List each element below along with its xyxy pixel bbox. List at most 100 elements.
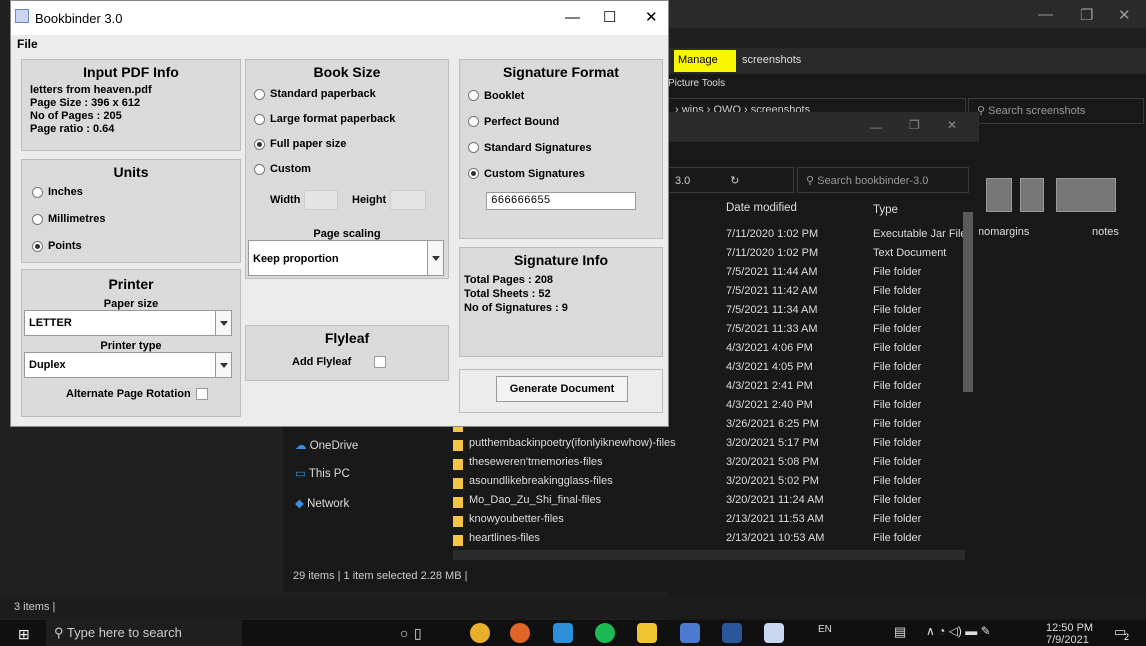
clock-date[interactable]: 7/9/2021 — [1046, 634, 1089, 646]
column-date-modified[interactable]: Date modified — [726, 202, 797, 214]
radio-custom[interactable] — [254, 164, 265, 175]
chevron-down-icon[interactable] — [215, 353, 231, 377]
vertical-scrollbar[interactable] — [963, 212, 973, 392]
height-input[interactable] — [390, 190, 426, 210]
radio-label-custom[interactable]: Custom — [270, 163, 311, 175]
radio-label-perfect-bound[interactable]: Perfect Bound — [484, 116, 559, 128]
restore-icon[interactable]: ❐ — [1080, 6, 1093, 24]
chrome-icon[interactable] — [470, 623, 490, 643]
printer-type-label: Printer type — [100, 340, 162, 352]
table-row[interactable]: theseweren'tmemories-files 3/20/2021 5:08… — [453, 456, 973, 475]
minimize-icon[interactable]: — — [1038, 6, 1053, 23]
app-icon[interactable] — [680, 623, 700, 643]
taskbar-search[interactable]: ⚲ Type here to search — [46, 620, 242, 646]
paper-size-select[interactable]: LETTER — [24, 310, 232, 336]
column-type[interactable]: Type — [873, 204, 898, 216]
page-scaling-select[interactable]: Keep proportion — [248, 240, 444, 276]
language-indicator[interactable]: EN — [818, 624, 832, 635]
table-row[interactable]: putthembackinpoetry(ifonlyiknewhow)-file… — [453, 437, 973, 456]
chevron-down-icon[interactable] — [215, 311, 231, 335]
alt-rotation-checkbox[interactable] — [196, 388, 208, 400]
close-icon[interactable]: ✕ — [645, 8, 658, 26]
radio-label-full-paper-size[interactable]: Full paper size — [270, 138, 346, 150]
refresh-icon[interactable]: ↻ — [730, 175, 739, 187]
tab-screenshots[interactable]: screenshots — [742, 54, 801, 66]
file-date: 7/5/2021 11:33 AM — [726, 323, 818, 335]
menu-file[interactable]: File — [11, 35, 668, 53]
search-input[interactable]: ⚲ Search bookbinder-3.0 — [797, 167, 969, 193]
radio-label-inches[interactable]: Inches — [48, 186, 83, 198]
panel-heading: Flyleaf — [324, 330, 370, 346]
thumbnail[interactable] — [986, 178, 1012, 212]
restore-icon[interactable]: ☐ — [603, 8, 616, 26]
file-explorer-icon[interactable] — [637, 623, 657, 643]
radio-inches[interactable] — [32, 187, 43, 198]
close-icon[interactable]: ✕ — [947, 118, 957, 132]
radio-custom-signatures[interactable] — [468, 168, 479, 179]
nav-item-onedrive[interactable]: ☁ OneDrive — [295, 438, 358, 452]
cortana-icon[interactable]: ○ — [400, 625, 408, 641]
radio-label-millimetres[interactable]: Millimetres — [48, 213, 105, 225]
file-name: putthembackinpoetry(ifonlyiknewhow)-file… — [469, 437, 676, 449]
table-row[interactable]: knowyoubetter-files 2/13/2021 11:53 AM Fil… — [453, 513, 973, 532]
thumb-label-notes[interactable]: notes — [1092, 226, 1119, 238]
radio-millimetres[interactable] — [32, 214, 43, 225]
add-flyleaf-checkbox[interactable] — [374, 356, 386, 368]
close-icon[interactable]: ✕ — [1118, 6, 1131, 24]
table-row[interactable]: heartlines-files 2/13/2021 10:53 AM File f… — [453, 532, 973, 551]
radio-full-paper-size[interactable] — [254, 139, 265, 150]
file-type: File folder — [873, 437, 922, 449]
printer-type-select[interactable]: Duplex — [24, 352, 232, 378]
custom-signatures-input[interactable]: 666666655 — [486, 192, 636, 210]
nav-item-network[interactable]: ◆ Network — [295, 496, 349, 510]
nav-item-this-pc[interactable]: ▭ This PC — [295, 466, 350, 480]
radio-label-booklet[interactable]: Booklet — [484, 90, 524, 102]
width-input[interactable] — [304, 190, 338, 210]
radio-label-large-format[interactable]: Large format paperback — [270, 113, 395, 125]
page-ratio-text: Page ratio : 0.64 — [30, 123, 115, 135]
radio-label-custom-signatures[interactable]: Custom Signatures — [484, 168, 585, 180]
radio-label-standard-paperback[interactable]: Standard paperback — [270, 88, 376, 100]
firefox-icon[interactable] — [510, 623, 530, 643]
radio-large-format[interactable] — [254, 114, 265, 125]
table-row[interactable]: Mo_Dao_Zu_Shi_final-files 3/20/2021 11:24… — [453, 494, 973, 513]
java-icon[interactable] — [764, 623, 784, 643]
windows-start-icon[interactable]: ⊞ — [18, 626, 30, 643]
address-bar[interactable]: 3.0 ↻ — [668, 167, 794, 193]
thumbnail[interactable] — [1020, 178, 1044, 212]
table-row[interactable]: asoundlikebreakingglass-files 3/20/2021 5… — [453, 475, 973, 494]
network-icon: ◆ — [295, 498, 304, 510]
radio-perfect-bound[interactable] — [468, 116, 479, 127]
clock-time[interactable]: 12:50 PM — [1046, 622, 1093, 634]
restore-icon[interactable]: ❐ — [909, 118, 920, 132]
thumbnail[interactable] — [1056, 178, 1116, 212]
file-date: 4/3/2021 2:40 PM — [726, 399, 813, 411]
radio-standard-signatures[interactable] — [468, 142, 479, 153]
explorer-ribbon — [668, 28, 1146, 48]
tray-icons[interactable]: ∧ ◔ ◁) ▬ ✎ — [926, 624, 991, 638]
paper-size-label: Paper size — [103, 298, 159, 310]
folder-icon — [453, 459, 463, 470]
radio-standard-paperback[interactable] — [254, 89, 265, 100]
thumb-label-nomargins[interactable]: nomargins — [978, 226, 1029, 238]
spotify-icon[interactable] — [595, 623, 615, 643]
search-input[interactable]: ⚲ Search screenshots — [968, 98, 1144, 124]
tab-manage[interactable]: Manage — [674, 50, 736, 72]
minimize-icon[interactable]: — — [870, 120, 882, 134]
task-view-icon[interactable]: ▯ — [414, 625, 422, 642]
radio-points[interactable] — [32, 241, 43, 252]
file-type: Text Document — [873, 247, 947, 259]
file-date: 3/26/2021 6:25 PM — [726, 418, 819, 430]
horizontal-scrollbar[interactable] — [453, 550, 965, 560]
radio-booklet[interactable] — [468, 90, 479, 101]
radio-label-standard-signatures[interactable]: Standard Signatures — [484, 142, 592, 154]
minimize-icon[interactable]: — — [565, 9, 580, 26]
keyboard-icon[interactable]: ▤ — [894, 624, 906, 640]
file-date: 4/3/2021 4:06 PM — [726, 342, 813, 354]
generate-document-button[interactable]: Generate Document — [496, 376, 628, 402]
word-icon[interactable] — [722, 623, 742, 643]
chevron-down-icon[interactable] — [427, 241, 443, 275]
radio-label-points[interactable]: Points — [48, 240, 82, 252]
mail-icon[interactable] — [553, 623, 573, 643]
tab-picture-tools[interactable]: Picture Tools — [668, 78, 788, 92]
